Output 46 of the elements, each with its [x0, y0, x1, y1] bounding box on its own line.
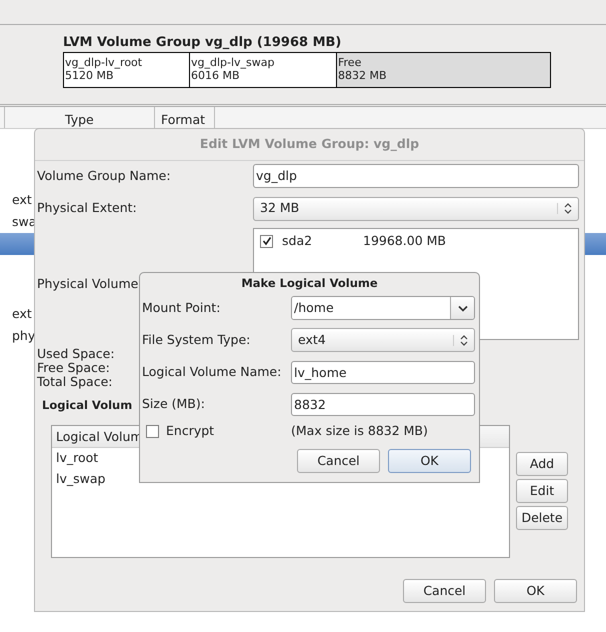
text-field[interactable]: 8832	[291, 392, 475, 416]
space-label: Total Space:	[37, 375, 112, 389]
field-label: Physical Extent:	[36, 199, 138, 218]
section-heading: Logical Volum	[42, 397, 132, 413]
volume-segment[interactable]: vg_dlp-lv_swap 6016 MB	[189, 53, 336, 87]
checkbox-label: Encrypt	[166, 422, 214, 440]
dialog-button[interactable]: OK	[388, 449, 471, 473]
dialog-title: Make Logical Volume	[241, 275, 378, 292]
volume-group-title: LVM Volume Group vg_dlp (19968 MB)	[63, 34, 342, 52]
dialog-button[interactable]: Cancel	[403, 579, 486, 603]
text-field[interactable]: lv_home	[291, 360, 475, 384]
dialog-button[interactable]: OK	[494, 579, 577, 603]
volume-name: sda2	[282, 232, 314, 250]
space-label: Free Space:	[37, 361, 110, 375]
dialog-title: Edit LVM Volume Group: vg_dlp	[200, 135, 420, 154]
side-button[interactable]: Edit	[516, 479, 568, 503]
field-label: Volume Group Name:	[36, 166, 172, 185]
up-down-arrows-icon	[460, 334, 468, 346]
segment-name: vg_dlp-lv_swap	[191, 56, 276, 69]
field-label: Size (MB):	[141, 394, 206, 413]
segment-size: 8832 MB	[338, 69, 388, 82]
dropdown[interactable]: ext4	[291, 328, 475, 352]
volume-size: 19968.00 MB	[363, 232, 446, 250]
table-cell-text: lv_root	[56, 449, 100, 468]
dialog-button[interactable]: Cancel	[297, 449, 380, 473]
segment-size: 6016 MB	[191, 69, 241, 82]
combo-box[interactable]: /home	[291, 296, 475, 320]
max-size-hint: (Max size is 8832 MB)	[291, 422, 428, 440]
table-cell-text: lv_swap	[56, 470, 106, 488]
checkbox[interactable]	[146, 424, 159, 438]
segment-size: 5120 MB	[65, 69, 115, 82]
volume-segment[interactable]: vg_dlp-lv_root 5120 MB	[64, 53, 189, 87]
text-field[interactable]: vg_dlp	[253, 164, 579, 188]
up-down-arrows-icon	[564, 203, 572, 214]
field-label: File System Type:	[141, 330, 252, 349]
chevron-down-icon	[458, 304, 468, 312]
checkbox[interactable]	[260, 234, 273, 248]
free-space-segment[interactable]: Free 8832 MB	[336, 53, 550, 87]
field-label: Mount Point:	[141, 298, 222, 317]
field-label: Logical Volume Name:	[141, 362, 282, 381]
segment-name: vg_dlp-lv_root	[65, 56, 144, 69]
side-button[interactable]: Add	[516, 452, 568, 476]
space-label: Used Space:	[37, 347, 115, 361]
dropdown[interactable]: 32 MB	[253, 196, 579, 220]
side-button[interactable]: Delete	[516, 506, 568, 530]
segment-name: Free	[338, 56, 362, 69]
